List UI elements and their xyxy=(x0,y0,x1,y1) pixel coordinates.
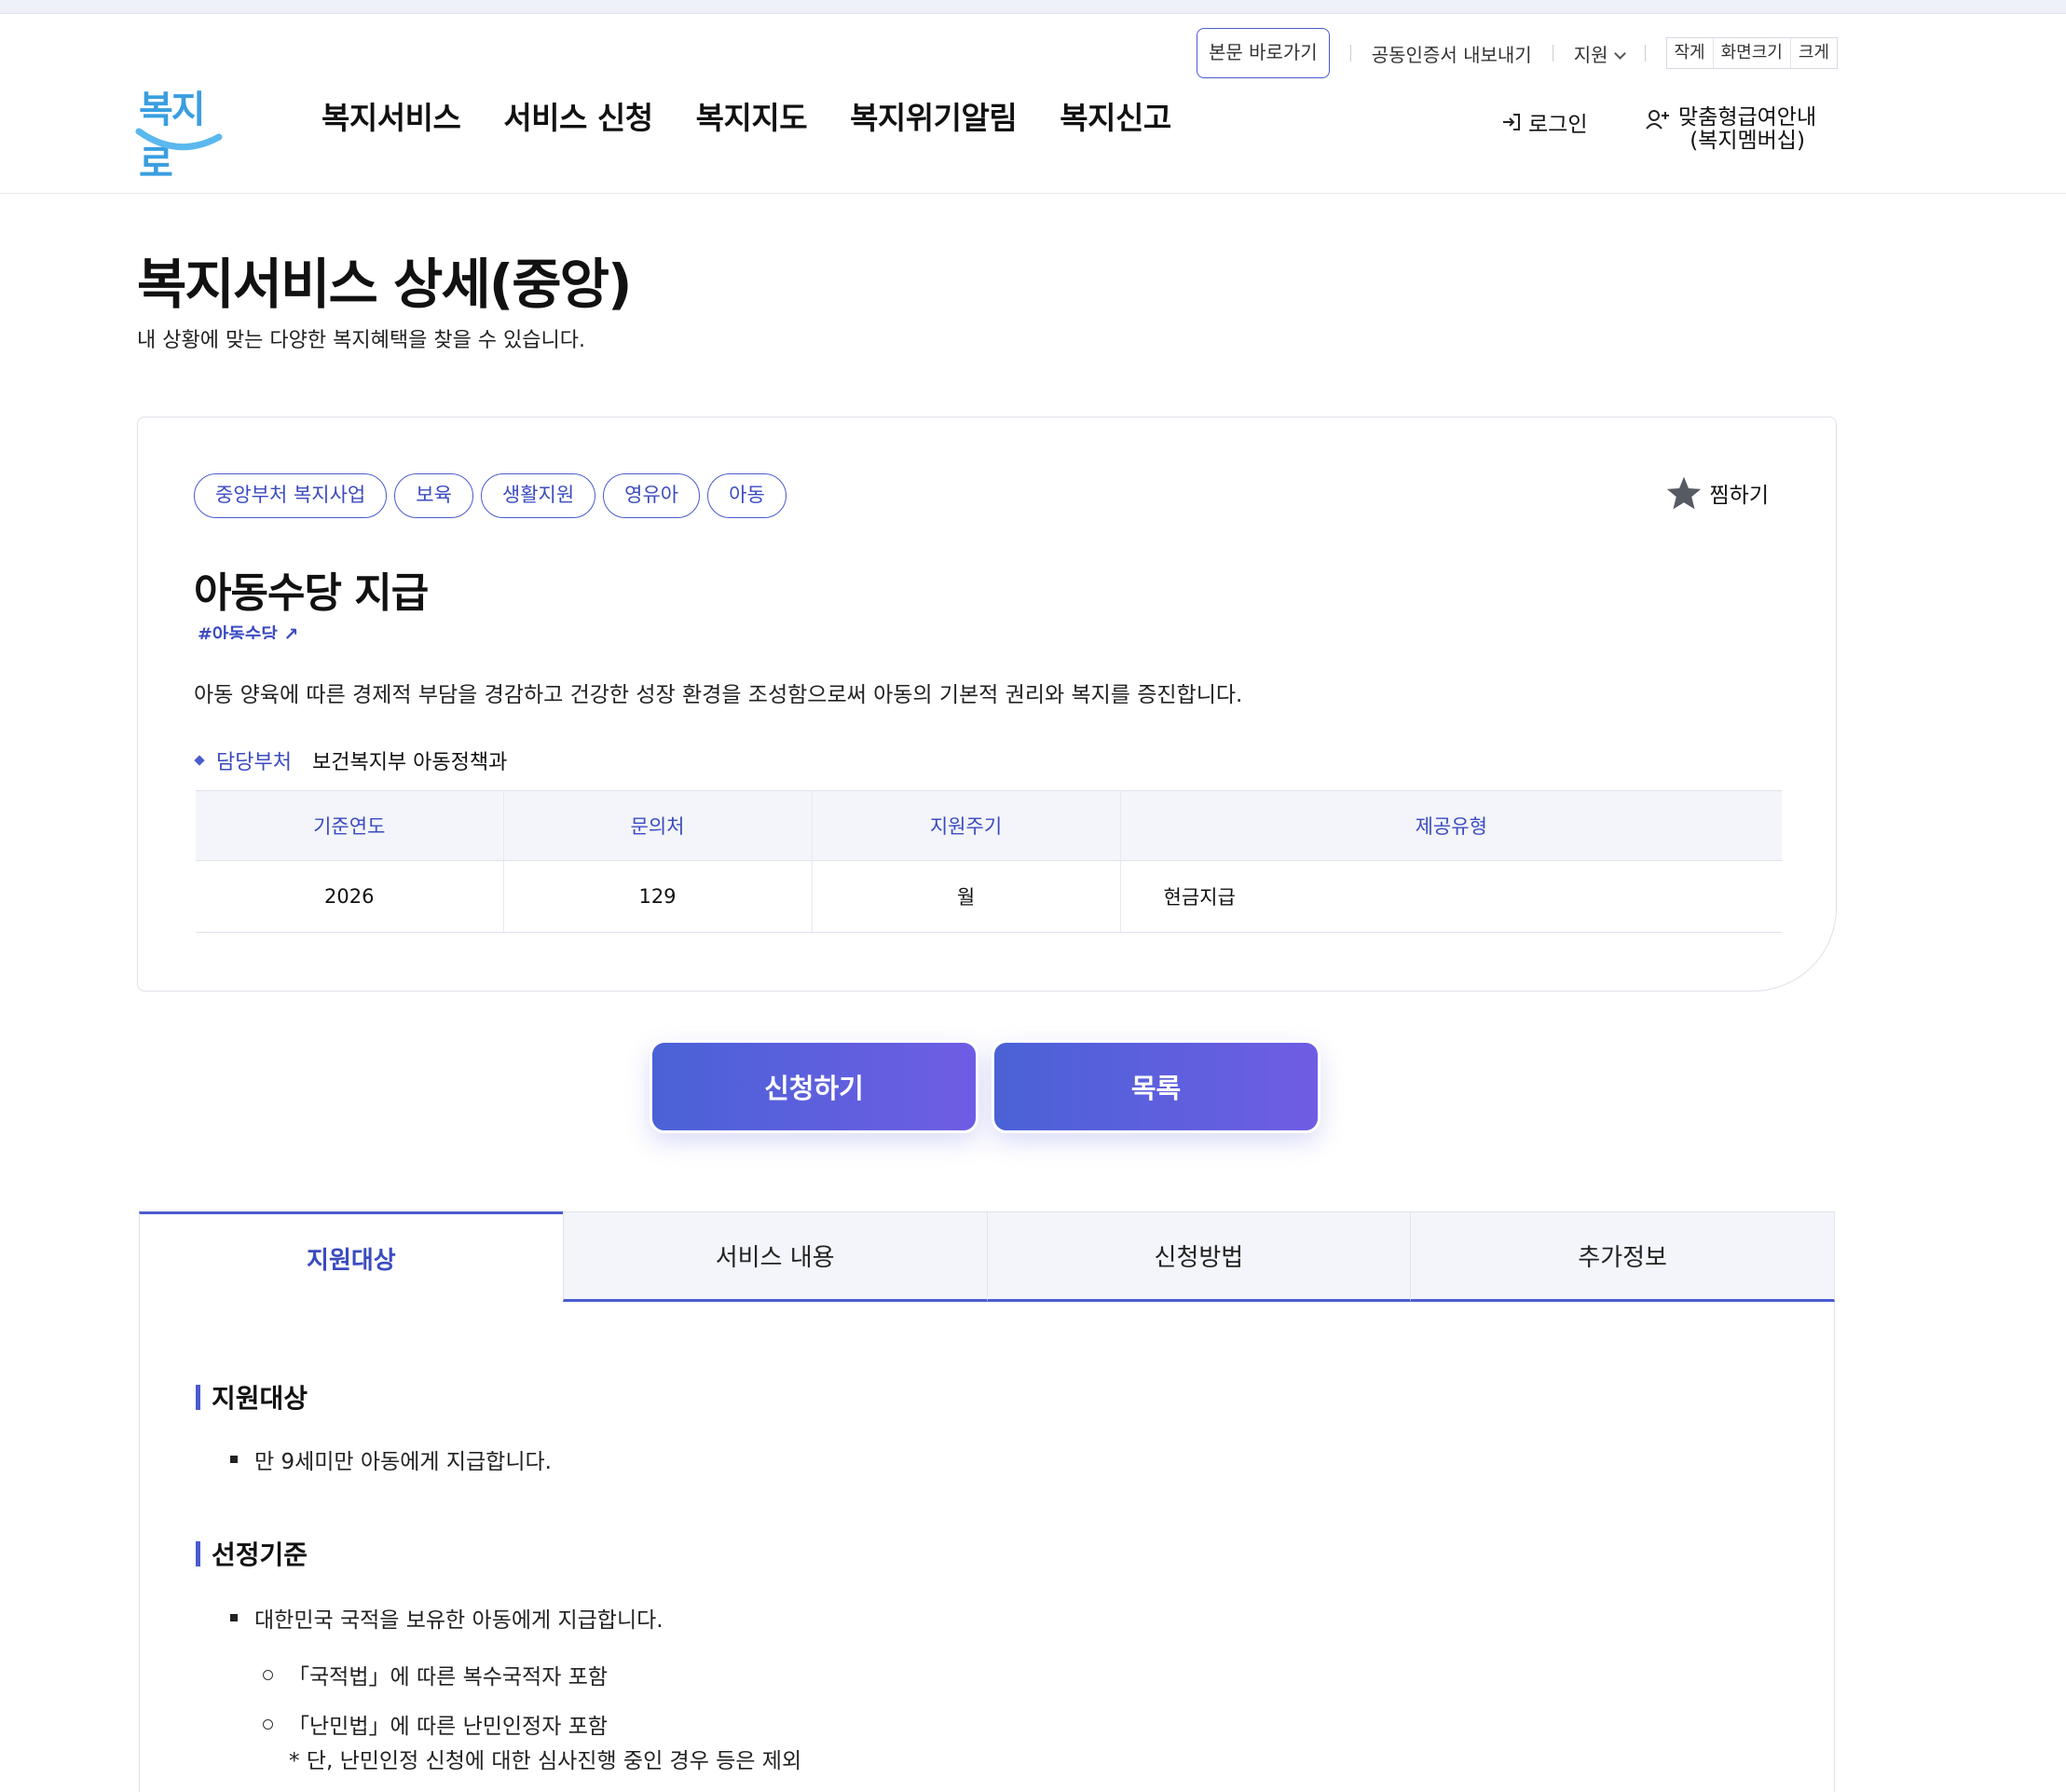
support-menu[interactable]: 지원 xyxy=(1573,40,1626,67)
tag-central-ministry[interactable]: 중앙부처 복지사업 xyxy=(194,473,388,518)
nav-welfare-report[interactable]: 복지신고 xyxy=(1060,93,1171,138)
star-icon xyxy=(1666,476,1701,510)
department-value: 보건복지부 아동정책과 xyxy=(311,751,508,774)
section-heading-criteria: 선정기준 xyxy=(196,1535,308,1572)
logo-smile-icon xyxy=(135,128,223,151)
tab-additional-info[interactable]: 추가정보 xyxy=(1410,1211,1835,1302)
service-description: 아동 양육에 따른 경제적 부담을 경감하고 건강한 성장 환경을 조성함으로써… xyxy=(194,683,1243,707)
header-support-cycle: 지원주기 xyxy=(811,790,1120,861)
top-notice-strip xyxy=(0,0,2066,14)
cell-base-year: 2026 xyxy=(196,860,503,933)
tag-child[interactable]: 아동 xyxy=(707,473,787,518)
membership-line1: 맞춤형급여안내 xyxy=(1678,105,1817,130)
exception-note: * 단, 난민인정 신청에 대한 심사진행 중인 경우 등은 제외 xyxy=(289,1749,802,1773)
circle-bullet-icon xyxy=(263,1669,273,1680)
membership-button[interactable]: 맞춤형급여안내 (복지멤버십) xyxy=(1645,106,1816,153)
support-label: 지원 xyxy=(1573,43,1608,66)
department-label: 담당부처 xyxy=(216,751,292,774)
login-label: 로그인 xyxy=(1528,113,1588,137)
cell-contact: 129 xyxy=(502,860,812,933)
nav-welfare-services[interactable]: 복지서비스 xyxy=(322,93,461,138)
site-logo[interactable]: 복지로 xyxy=(135,79,224,185)
diamond-bullet-icon xyxy=(194,755,205,766)
user-add-icon xyxy=(1646,110,1669,130)
cell-support-cycle: 월 xyxy=(811,860,1120,933)
sub-item-text: 「국적법」에 따른 복수국적자 포함 xyxy=(288,1665,609,1689)
criteria-item-text: 대한민국 국적을 보유한 아동에게 지급합니다. xyxy=(254,1608,664,1633)
chevron-down-icon xyxy=(1613,47,1626,60)
tab-panel-eligibility: 지원대상 만 9세미만 아동에게 지급합니다. 선정기준 대한민국 국적을 보유… xyxy=(139,1302,1835,1792)
tab-eligibility[interactable]: 지원대상 xyxy=(139,1211,563,1302)
tag-infant[interactable]: 영유아 xyxy=(603,473,701,518)
divider xyxy=(1644,45,1646,62)
divider xyxy=(1349,45,1351,62)
circle-bullet-icon xyxy=(263,1718,273,1730)
nav-welfare-map[interactable]: 복지지도 xyxy=(696,93,808,138)
page-title: 복지서비스 상세(중앙) xyxy=(137,253,632,316)
favorite-button[interactable]: 찜하기 xyxy=(1665,475,1769,511)
service-detail-card: 중앙부처 복지사업 보육 생활지원 영유아 아동 찜하기 아동수당 지급 #아동… xyxy=(137,417,1837,992)
membership-line2: (복지멤버십) xyxy=(1690,129,1805,153)
table-header-row: 기준연도 문의처 지원주기 제공유형 xyxy=(196,790,1782,861)
section-heading-target-text: 지원대상 xyxy=(212,1383,308,1414)
tab-apply-method[interactable]: 신청방법 xyxy=(986,1211,1411,1302)
favorite-label: 찜하기 xyxy=(1709,484,1769,508)
heading-bar xyxy=(196,1384,200,1410)
service-hashtag-link[interactable]: #아동수당 ↗ xyxy=(198,621,298,639)
sub-item-text: 「난민법」에 따른 난민인정자 포함 xyxy=(288,1715,609,1739)
table-row: 2026 129 월 현금지급 xyxy=(196,860,1782,933)
sub-list-item: 「난민법」에 따른 난민인정자 포함 xyxy=(263,1708,608,1740)
target-item-text: 만 9세미만 아동에게 지급합니다. xyxy=(254,1450,552,1474)
external-link-icon: ↗ xyxy=(283,624,299,639)
heading-bar xyxy=(196,1540,200,1566)
font-large-button[interactable]: 크게 xyxy=(1789,38,1837,68)
utility-bar: 본문 바로가기 공동인증서 내보내기 지원 작게 화면크기 크게 xyxy=(1196,28,1838,78)
tab-service-content[interactable]: 서비스 내용 xyxy=(562,1211,987,1302)
nav-crisis-alert[interactable]: 복지위기알림 xyxy=(850,93,1018,138)
header-base-year: 기준연도 xyxy=(196,790,503,861)
section-heading-criteria-text: 선정기준 xyxy=(212,1539,308,1570)
tag-living-support[interactable]: 생활지원 xyxy=(480,473,596,518)
login-icon xyxy=(1503,114,1520,130)
font-size-control: 작게 화면크기 크게 xyxy=(1665,37,1838,69)
department-info: 담당부처 보건복지부 아동정책과 xyxy=(194,746,507,775)
login-button[interactable]: 로그인 xyxy=(1500,106,1587,138)
header-contact: 문의처 xyxy=(502,790,812,861)
cert-export-link[interactable]: 공동인증서 내보내기 xyxy=(1372,40,1532,67)
apply-button[interactable]: 신청하기 xyxy=(650,1040,978,1133)
list-item: 만 9세미만 아동에게 지급합니다. xyxy=(230,1443,552,1475)
service-info-table: 기준연도 문의처 지원주기 제공유형 2026 129 월 현금지급 xyxy=(196,790,1782,933)
skip-to-content-button[interactable]: 본문 바로가기 xyxy=(1196,28,1330,78)
membership-label: 맞춤형급여안내 (복지멤버십) xyxy=(1678,106,1816,153)
header-provision-type: 제공유형 xyxy=(1119,790,1782,861)
square-bullet-icon xyxy=(230,1614,238,1621)
page-subtitle: 내 상황에 맞는 다양한 복지혜택을 찾을 수 있습니다. xyxy=(137,329,585,352)
hashtag-text: #아동수당 xyxy=(198,624,278,639)
sub-list-item: 「국적법」에 따른 복수국적자 포함 xyxy=(263,1659,608,1690)
main-navigation: 복지서비스 서비스 신청 복지지도 복지위기알림 복지신고 xyxy=(322,93,1171,138)
font-size-label: 화면크기 xyxy=(1712,38,1790,68)
header-divider xyxy=(0,193,2066,194)
tag-childcare[interactable]: 보육 xyxy=(394,473,473,518)
font-small-button[interactable]: 작게 xyxy=(1667,38,1713,68)
list-item: 대한민국 국적을 보유한 아동에게 지급합니다. xyxy=(230,1602,664,1634)
section-heading-target: 지원대상 xyxy=(196,1378,308,1416)
detail-tabs: 지원대상 서비스 내용 신청방법 추가정보 xyxy=(139,1211,1835,1302)
square-bullet-icon xyxy=(230,1456,238,1463)
category-tags: 중앙부처 복지사업 보육 생활지원 영유아 아동 xyxy=(194,473,787,518)
cell-provision-type: 현금지급 xyxy=(1119,860,1782,933)
nav-service-apply[interactable]: 서비스 신청 xyxy=(503,93,653,138)
service-title: 아동수당 지급 xyxy=(194,569,429,617)
list-button[interactable]: 목록 xyxy=(992,1040,1320,1133)
